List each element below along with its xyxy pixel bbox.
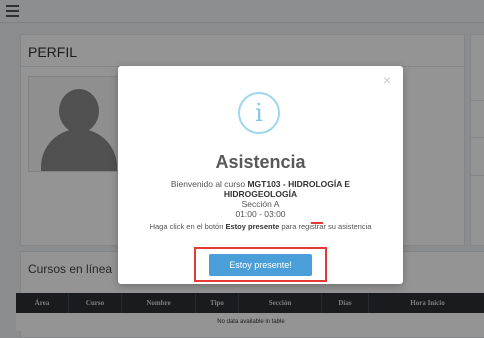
modal-title: Asistencia [215,152,306,172]
instruction-suffix: para registrar su asistencia [279,222,372,231]
highlight-box: Estoy presente! [194,247,327,282]
info-icon: i [238,92,280,134]
course-name-part2: HIDROGEOLOGÍA [223,189,298,199]
course-name-line2: HIDROGEOLOGÍA [118,189,403,199]
present-button[interactable]: Estoy presente! [209,254,312,276]
welcome-prefix: Bienvenido al curso [170,179,248,189]
close-icon[interactable]: × [383,73,391,87]
attendance-modal: × i Asistencia Bienvenido al curso MGT10… [118,66,403,284]
welcome-line: Bienvenido al curso MGT103 - HIDROLOGÍA … [118,179,403,189]
section-text: Sección A [241,199,280,209]
course-name-part1: MGT103 - HIDROLOGÍA E [247,179,351,189]
instruction-prefix: Haga click en el botón [149,222,226,231]
instruction-text: Haga click en el botón Estoy presente pa… [118,222,403,232]
highlight-mark [311,222,323,224]
instruction-strong: Estoy presente [225,222,280,231]
time-text: 01:00 - 03:00 [235,209,286,219]
